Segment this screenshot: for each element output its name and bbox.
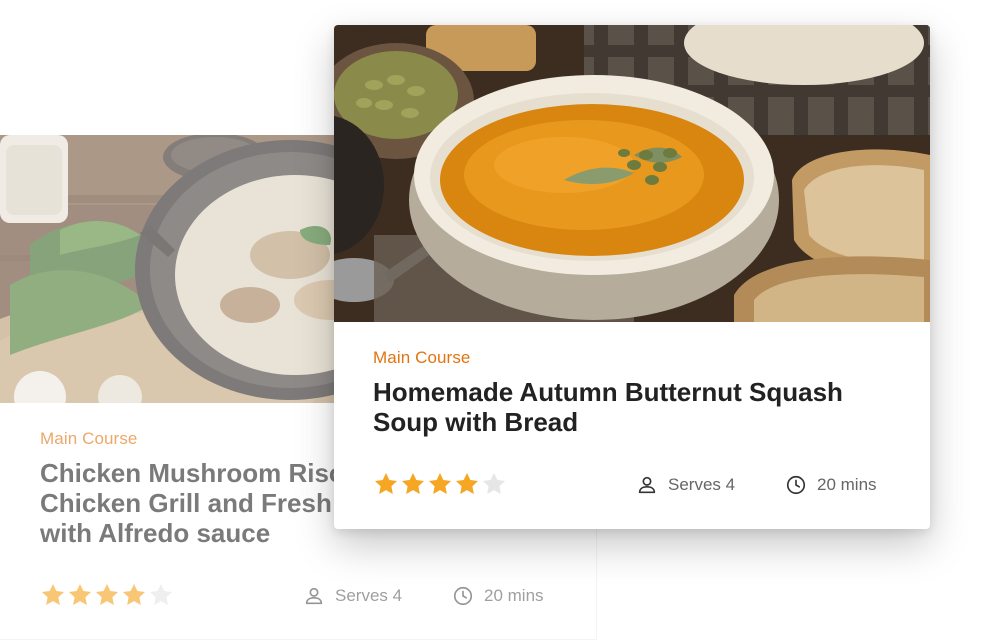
person-icon (305, 587, 323, 605)
time-info: 20 mins (785, 474, 877, 496)
card-title[interactable]: Homemade Autumn Butternut Squash Soup wi… (373, 377, 893, 437)
star-rating (40, 582, 174, 608)
recipe-card-squash-soup[interactable]: Main Course Homemade Autumn Butternut Sq… (334, 25, 930, 529)
star-rating (373, 471, 507, 497)
card-title-line: Homemade Autumn Butternut Squash (373, 377, 843, 407)
serves-label: Serves 4 (668, 475, 736, 494)
time-label: 20 mins (817, 475, 877, 494)
star-icon (401, 472, 425, 494)
serves-info: Serves 4 (636, 474, 735, 496)
time-label: 20 mins (484, 586, 544, 605)
star-icon (41, 583, 65, 605)
serves-label: Serves 4 (335, 586, 403, 605)
star-icon (428, 472, 452, 494)
card-category: Main Course (373, 348, 471, 367)
clock-icon (453, 586, 473, 606)
star-icon (95, 583, 119, 605)
star-icon (455, 472, 479, 494)
star-icon (374, 472, 398, 494)
card-title-line: Soup with Bread (373, 407, 579, 437)
squash-soup-photo (334, 25, 930, 322)
person-icon (638, 476, 656, 494)
star-icon (482, 472, 506, 494)
star-icon (149, 583, 173, 605)
time-info: 20 mins (452, 585, 544, 607)
star-icon (68, 583, 92, 605)
clock-icon (786, 475, 806, 495)
star-icon (122, 583, 146, 605)
serves-info: Serves 4 (303, 585, 402, 607)
card-category: Main Course (40, 429, 138, 448)
